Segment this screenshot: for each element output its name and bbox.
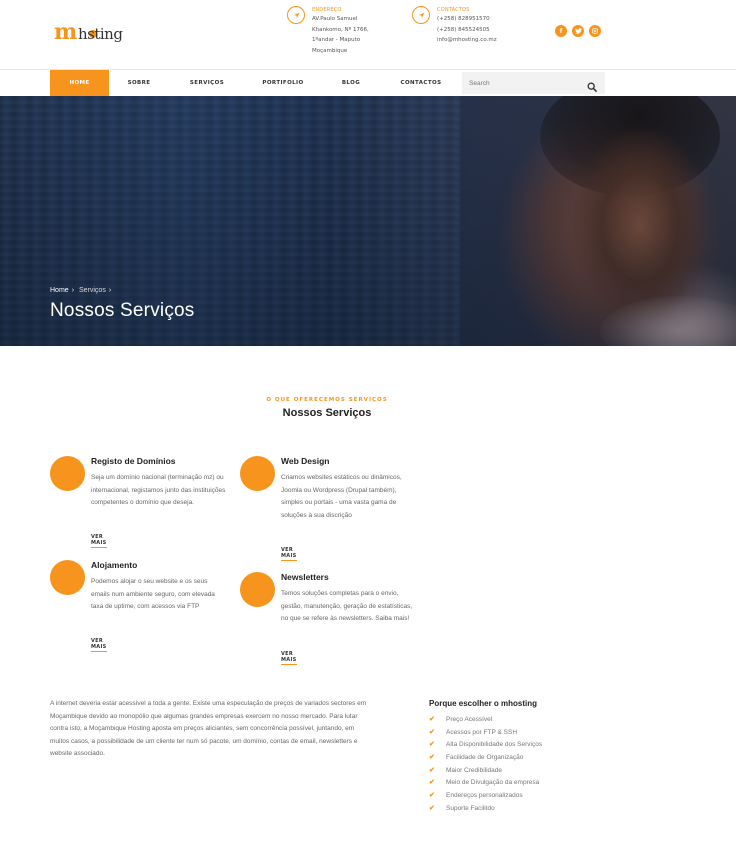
check-icon: ✔	[429, 792, 435, 800]
list-item-label: Maior Credibilidade	[446, 766, 502, 774]
check-icon: ✔	[429, 716, 435, 723]
nav-blog[interactable]: BLOG	[336, 70, 366, 97]
address-label: ENDEREÇO	[312, 7, 342, 13]
ver-mais-link[interactable]: VER MAIS	[281, 651, 297, 665]
address-line: 1ºandar - Maputo	[312, 37, 361, 43]
page-title: Nossos Serviços	[50, 300, 195, 321]
service-icon	[50, 560, 85, 595]
service-title: Alojamento	[91, 560, 138, 570]
instagram-icon[interactable]	[589, 25, 601, 37]
ver-mais-link[interactable]: VER MAIS	[281, 547, 297, 561]
list-item: ✔ Meio de Divulgação da empresa	[429, 777, 542, 790]
list-item: ✔ Alta Disponibilidade dos Serviços	[429, 739, 542, 752]
chevron-right-icon: ›	[108, 287, 112, 294]
nav-portifolio[interactable]: PORTIFOLIO	[256, 70, 310, 97]
site-header: m hsting ENDEREÇO AV.Paulo Samuel Khanko…	[0, 0, 736, 70]
nav-home[interactable]: HOME	[50, 70, 109, 97]
logo-m: m	[54, 19, 77, 45]
check-icon: ✔	[429, 741, 435, 749]
section-eyebrow: O QUE OFERECEMOS SERVIÇOS	[266, 397, 388, 403]
list-item-label: Endereços personalizados	[446, 792, 523, 800]
breadcrumb: Home › Serviços ›	[50, 287, 114, 294]
list-item-label: Acessos por FTP & SSH	[446, 728, 518, 736]
service-title: Newsletters	[281, 572, 329, 582]
list-item: ✔ Endereços personalizados	[429, 790, 542, 803]
list-item-label: Suporte Facilitdo	[446, 804, 495, 812]
service-icon	[240, 572, 275, 607]
service-description: Podemos alojar o seu website e os seus e…	[91, 578, 215, 610]
list-item-label: Facilidade de Organização	[446, 754, 524, 762]
address-line: Khankomo, Nº 1766,	[312, 26, 369, 33]
ver-mais-link[interactable]: VER MAIS	[91, 638, 107, 652]
check-icon: ✔	[429, 779, 435, 787]
service-icon	[240, 456, 275, 491]
why-list: ✔ Preço Acessível ✔ Acessos por FTP & SSH …	[429, 714, 542, 816]
check-icon: ✔	[429, 728, 435, 736]
service-description: Seja um domínio nacional (terminação mz)…	[91, 474, 226, 506]
twitter-icon[interactable]	[572, 25, 584, 37]
phone-1[interactable]: (+258) 828951570	[437, 14, 517, 25]
service-description: Temos soluções completas para o envio, g…	[281, 590, 413, 622]
service-icon	[50, 456, 85, 491]
hero-banner: Home › Serviços › Nossos Serviços	[0, 96, 736, 346]
search-input[interactable]	[462, 72, 582, 94]
service-title: Registo de Domínios	[91, 456, 176, 466]
address-line: AV.Paulo Samuel	[312, 16, 358, 22]
facebook-icon[interactable]: f	[555, 25, 567, 37]
list-item: ✔ Maior Credibilidade	[429, 765, 542, 778]
search-box	[462, 72, 605, 94]
check-icon: ✔	[429, 754, 435, 762]
navigation-arrow-icon	[287, 6, 305, 24]
section-title: Nossos Serviços	[282, 407, 372, 419]
breadcrumb-home[interactable]: Home	[50, 287, 69, 294]
check-icon: ✔	[429, 766, 435, 774]
list-item-label: Alta Disponibilidade dos Serviços	[446, 741, 543, 749]
about-text: A internet deveria estar acessível a tod…	[50, 700, 367, 758]
list-item: ✔ Acessos por FTP & SSH	[429, 727, 542, 740]
service-description: Criamos websites estáticos ou dinâmicos,…	[281, 474, 402, 519]
nav-contactos[interactable]: CONTACTOS	[395, 70, 447, 97]
list-item: ✔ Preço Acessível	[429, 714, 542, 727]
list-item: ✔ Suporte Facilitdo	[429, 803, 542, 816]
nav-servicos[interactable]: SERVIÇOS	[184, 70, 230, 97]
main-nav: HOME SOBRE SERVIÇOS PORTIFOLIO BLOG CONT…	[0, 69, 736, 97]
search-icon[interactable]	[587, 77, 599, 92]
phone-2[interactable]: (+258) 845524505	[437, 25, 517, 36]
service-title: Web Design	[281, 456, 330, 466]
navigation-arrow-icon	[412, 6, 430, 24]
why-title: Porque escolher o mhosting	[429, 699, 538, 708]
logo-text: hsting	[78, 25, 123, 43]
contacts-label: CONTACTOS	[437, 7, 470, 13]
chevron-right-icon: ›	[71, 287, 75, 294]
list-item-label: Preço Acessível	[446, 716, 493, 723]
address-line: Moçambique	[312, 47, 348, 54]
ver-mais-link[interactable]: VER MAIS	[91, 534, 107, 548]
list-item: ✔ Facilidade de Organização	[429, 752, 542, 765]
nav-sobre[interactable]: SOBRE	[120, 70, 158, 97]
list-item-label: Meio de Divulgação da empresa	[446, 779, 540, 787]
check-icon: ✔	[429, 804, 435, 812]
logo[interactable]: m hsting	[54, 19, 138, 45]
breadcrumb-current: Serviços	[78, 287, 106, 294]
email-link[interactable]: info@mhosting.co.mz	[437, 35, 517, 46]
